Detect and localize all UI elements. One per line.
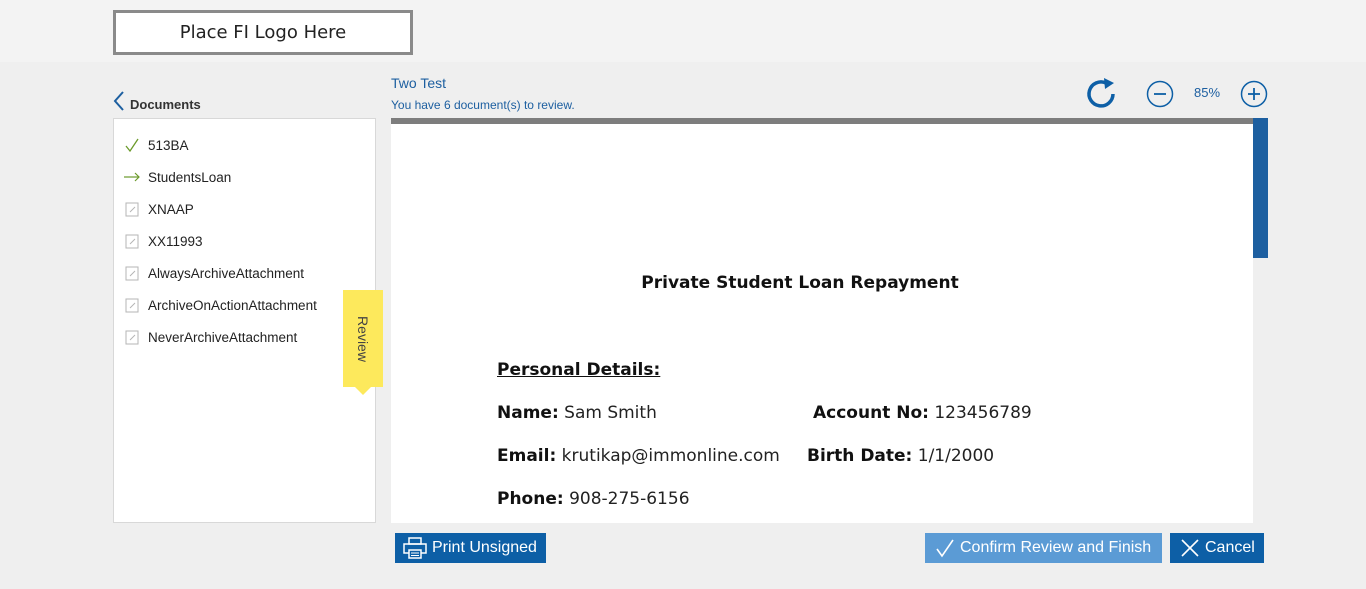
- document-label: XNAAP: [148, 201, 194, 217]
- document-icon: [124, 233, 140, 249]
- cancel-label: Cancel: [1205, 539, 1255, 556]
- check-icon: [124, 137, 140, 153]
- birth-date-label: Birth Date:: [807, 446, 913, 466]
- fi-logo-placeholder: Place FI Logo Here: [113, 10, 413, 55]
- arrow-right-icon: [124, 169, 140, 185]
- list-item-document[interactable]: 513BA: [124, 135, 189, 155]
- document-viewer[interactable]: Private Student Loan Repayment Personal …: [391, 118, 1268, 523]
- document-name: Two Test: [391, 75, 446, 91]
- birth-date-field: Birth Date: 1/1/2000: [807, 446, 994, 466]
- email-value: krutikap@immonline.com: [561, 446, 780, 466]
- phone-field: Phone: 908-275-6156: [497, 489, 690, 509]
- cancel-button[interactable]: Cancel: [1170, 533, 1264, 563]
- review-tab-pointer: [355, 387, 371, 395]
- birth-date-value: 1/1/2000: [917, 446, 995, 466]
- zoom-in-icon[interactable]: [1240, 80, 1268, 108]
- documents-list-panel: 513BA StudentsLoan XNAAP XX11993 AlwaysA…: [113, 118, 376, 523]
- close-icon: [1180, 538, 1200, 558]
- document-icon: [124, 329, 140, 345]
- name-value: Sam Smith: [564, 403, 657, 423]
- list-item-document[interactable]: ArchiveOnActionAttachment: [124, 295, 317, 315]
- section-heading: Personal Details:: [497, 360, 661, 380]
- document-icon: [124, 265, 140, 281]
- print-unsigned-label: Print Unsigned: [432, 539, 537, 556]
- list-item-document[interactable]: AlwaysArchiveAttachment: [124, 263, 304, 283]
- email-label: Email:: [497, 446, 557, 466]
- document-label: AlwaysArchiveAttachment: [148, 265, 305, 281]
- phone-label: Phone:: [497, 489, 564, 509]
- confirm-review-button[interactable]: Confirm Review and Finish: [925, 533, 1162, 563]
- list-item-document[interactable]: XNAAP: [124, 199, 194, 219]
- refresh-icon[interactable]: [1085, 78, 1119, 110]
- account-value: 123456789: [934, 403, 1032, 423]
- page-top-border: [391, 118, 1253, 124]
- documents-header[interactable]: Documents: [112, 90, 201, 112]
- list-item-document[interactable]: XX11993: [124, 231, 203, 251]
- zoom-out-icon[interactable]: [1146, 80, 1174, 108]
- account-label: Account No:: [813, 403, 929, 423]
- email-field: Email: krutikap@immonline.com: [497, 446, 780, 466]
- account-field: Account No: 123456789: [813, 403, 1032, 423]
- zoom-level: 85%: [1194, 85, 1221, 100]
- document-label: 513BA: [148, 137, 189, 153]
- list-item-document[interactable]: StudentsLoan: [124, 167, 231, 187]
- document-label: NeverArchiveAttachment: [148, 329, 298, 345]
- review-tab-label: Review: [355, 315, 371, 362]
- review-tab[interactable]: Review: [343, 290, 383, 398]
- check-icon: [935, 538, 955, 558]
- page-title: Private Student Loan Repayment: [641, 273, 959, 293]
- list-item-document[interactable]: NeverArchiveAttachment: [124, 327, 297, 347]
- review-tab-body: Review: [343, 290, 383, 387]
- documents-title: Documents: [130, 96, 201, 112]
- document-label: XX11993: [148, 233, 203, 249]
- document-icon: [124, 297, 140, 313]
- top-bar: Place FI Logo Here: [0, 0, 1366, 62]
- printer-icon: [403, 537, 427, 559]
- review-count-text: You have 6 document(s) to review.: [391, 98, 575, 112]
- name-label: Name:: [497, 403, 559, 423]
- scrollbar-thumb[interactable]: [1253, 118, 1268, 258]
- name-field: Name: Sam Smith: [497, 403, 657, 423]
- phone-value: 908-275-6156: [569, 489, 690, 509]
- document-label: StudentsLoan: [148, 169, 232, 185]
- document-icon: [124, 201, 140, 217]
- confirm-review-label: Confirm Review and Finish: [960, 539, 1152, 556]
- print-unsigned-button[interactable]: Print Unsigned: [395, 533, 546, 563]
- document-label: ArchiveOnActionAttachment: [148, 297, 317, 313]
- chevron-left-icon[interactable]: [112, 90, 126, 112]
